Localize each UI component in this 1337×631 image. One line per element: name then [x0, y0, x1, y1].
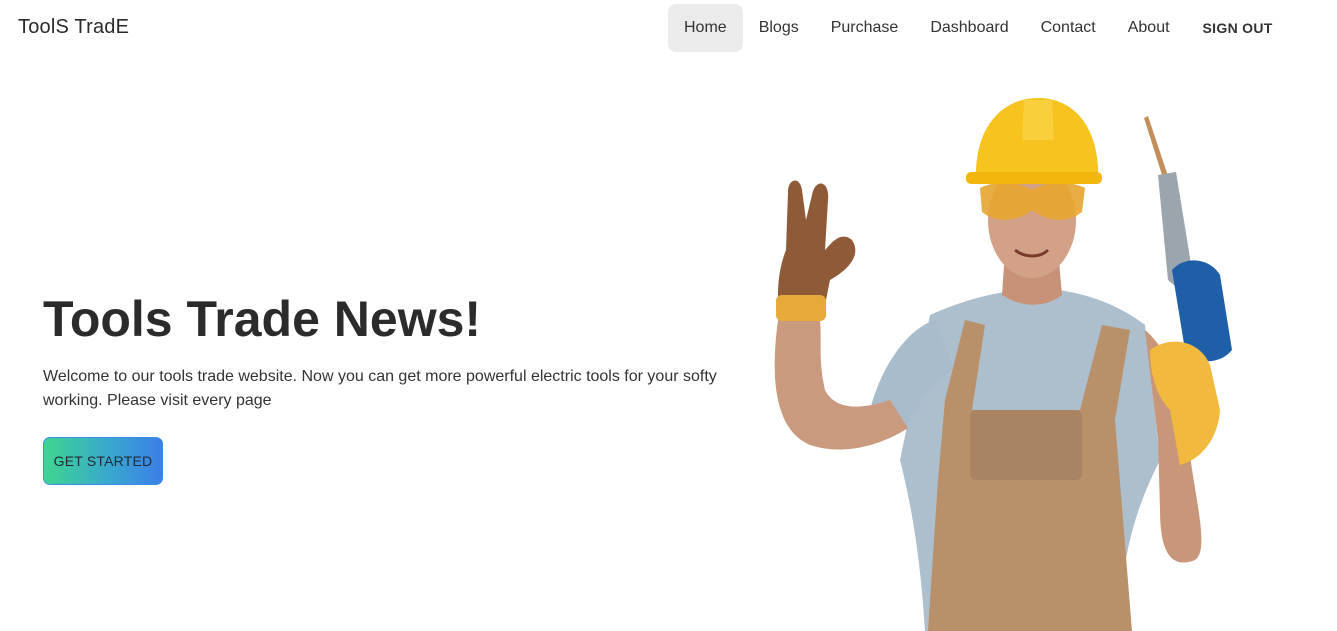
worker-with-drill-image	[774, 98, 1232, 631]
nav-dashboard[interactable]: Dashboard	[914, 4, 1024, 52]
nav-home[interactable]: Home	[668, 4, 743, 52]
nav-purchase[interactable]: Purchase	[815, 4, 915, 52]
hero-description: Welcome to our tools trade website. Now …	[43, 368, 717, 409]
nav-menu: Home Blogs Purchase Dashboard Contact Ab…	[668, 4, 1289, 52]
nav-blogs[interactable]: Blogs	[743, 4, 815, 52]
navbar: ToolS TradE Home Blogs Purchase Dashboar…	[0, 0, 1337, 57]
get-started-button[interactable]: GET STARTED	[43, 437, 163, 485]
brand-logo[interactable]: ToolS TradE	[18, 16, 129, 39]
sign-out-button[interactable]: SIGN OUT	[1186, 4, 1289, 52]
nav-contact[interactable]: Contact	[1025, 4, 1112, 52]
hero-title: Tools Trade News!	[43, 291, 482, 347]
nav-about[interactable]: About	[1112, 4, 1186, 52]
